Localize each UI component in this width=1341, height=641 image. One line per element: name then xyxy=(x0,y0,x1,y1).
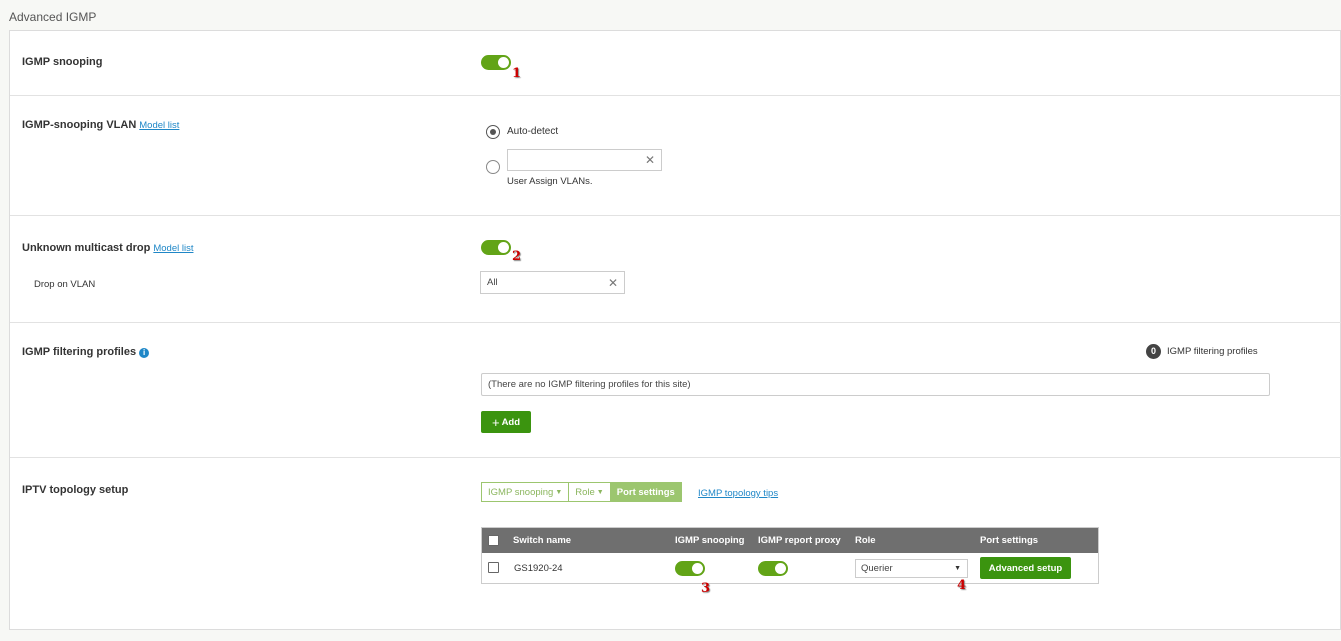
unknown-multicast-label: Unknown multicast drop Model list xyxy=(22,242,193,254)
row-checkbox[interactable] xyxy=(488,562,499,573)
switch-name-cell: GS1920-24 xyxy=(514,563,563,574)
igmp-snooping-label: IGMP snooping xyxy=(22,56,103,68)
auto-detect-label: Auto-detect xyxy=(507,126,559,137)
igmp-topology-tips-link[interactable]: IGMP topology tips xyxy=(698,488,778,499)
auto-detect-radio[interactable] xyxy=(486,125,500,139)
caret-down-icon: ▼ xyxy=(954,565,961,572)
user-assign-vlans-label: User Assign VLANs. xyxy=(507,176,593,187)
tab-port-settings[interactable]: Port settings xyxy=(610,483,681,501)
profiles-count-label: IGMP filtering profiles xyxy=(1167,346,1258,357)
user-assign-vlans-input[interactable]: ✕ xyxy=(507,149,662,171)
drop-on-vlan-input[interactable]: All ✕ xyxy=(480,271,625,294)
drop-on-vlan-value: All xyxy=(487,277,498,288)
profiles-count-badge: 0 xyxy=(1146,344,1162,359)
section-divider xyxy=(10,457,1341,458)
filtering-profiles-label: IGMP filtering profiles i xyxy=(22,346,150,358)
plus-icon: + xyxy=(491,414,500,430)
unknown-multicast-label-text: Unknown multicast drop xyxy=(22,242,151,254)
col-role[interactable]: Role xyxy=(855,528,876,553)
annotation-marker-4: 4 xyxy=(957,578,967,593)
filtering-profiles-empty-text: (There are no IGMP filtering profiles fo… xyxy=(488,379,691,390)
role-select[interactable]: Querier ▼ xyxy=(855,559,968,578)
annotation-marker-1: 1 xyxy=(512,66,522,81)
section-divider xyxy=(10,95,1341,96)
annotation-marker-2: 2 xyxy=(512,249,522,264)
filtering-profiles-list: (There are no IGMP filtering profiles fo… xyxy=(481,373,1270,396)
clear-icon[interactable]: ✕ xyxy=(645,153,655,167)
snooping-vlan-model-list-link[interactable]: Model list xyxy=(139,120,179,131)
col-igmp-snooping[interactable]: IGMP snooping xyxy=(675,528,745,553)
add-profile-button[interactable]: + Add xyxy=(481,411,531,433)
tab-igmp-snooping[interactable]: IGMP snooping ▼ xyxy=(482,483,570,501)
section-divider xyxy=(10,322,1341,323)
section-divider xyxy=(10,215,1341,216)
iptv-switch-table: Switch name IGMP snooping IGMP report pr… xyxy=(481,527,1099,584)
igmp-snooping-toggle[interactable] xyxy=(481,55,511,70)
select-all-checkbox[interactable] xyxy=(488,535,499,546)
unknown-multicast-toggle[interactable] xyxy=(481,240,511,255)
info-icon[interactable]: i xyxy=(139,348,150,358)
row-igmp-snooping-toggle[interactable] xyxy=(675,561,705,576)
user-assign-vlans-radio[interactable] xyxy=(486,160,500,174)
caret-down-icon: ▼ xyxy=(596,488,604,496)
advanced-setup-button[interactable]: Advanced setup xyxy=(980,557,1071,579)
snooping-vlan-label: IGMP-snooping VLAN Model list xyxy=(22,119,179,131)
role-select-value: Querier xyxy=(861,563,893,574)
annotation-marker-3: 3 xyxy=(701,581,711,596)
iptv-topology-label: IPTV topology setup xyxy=(22,484,129,496)
add-profile-label: Add xyxy=(501,416,521,428)
unknown-multicast-model-list-link[interactable]: Model list xyxy=(153,243,193,254)
col-switch-name[interactable]: Switch name xyxy=(513,528,571,553)
clear-icon[interactable]: ✕ xyxy=(608,276,618,290)
col-port-settings[interactable]: Port settings xyxy=(980,528,1038,553)
tab-igmp-snooping-label: IGMP snooping xyxy=(488,486,554,498)
iptv-tab-group: IGMP snooping ▼ Role ▼ Port settings xyxy=(481,482,682,502)
table-header: Switch name IGMP snooping IGMP report pr… xyxy=(482,528,1098,553)
drop-on-vlan-label: Drop on VLAN xyxy=(34,279,96,290)
col-igmp-report-proxy[interactable]: IGMP report proxy xyxy=(758,528,841,553)
caret-down-icon: ▼ xyxy=(555,488,563,496)
tab-role-label: Role xyxy=(575,486,595,498)
tab-role[interactable]: Role ▼ xyxy=(569,483,611,501)
tab-port-settings-label: Port settings xyxy=(616,486,675,498)
row-igmp-report-proxy-toggle[interactable] xyxy=(758,561,788,576)
page-title: Advanced IGMP xyxy=(9,10,97,24)
snooping-vlan-label-text: IGMP-snooping VLAN xyxy=(22,119,137,131)
filtering-profiles-label-text: IGMP filtering profiles xyxy=(22,346,137,358)
